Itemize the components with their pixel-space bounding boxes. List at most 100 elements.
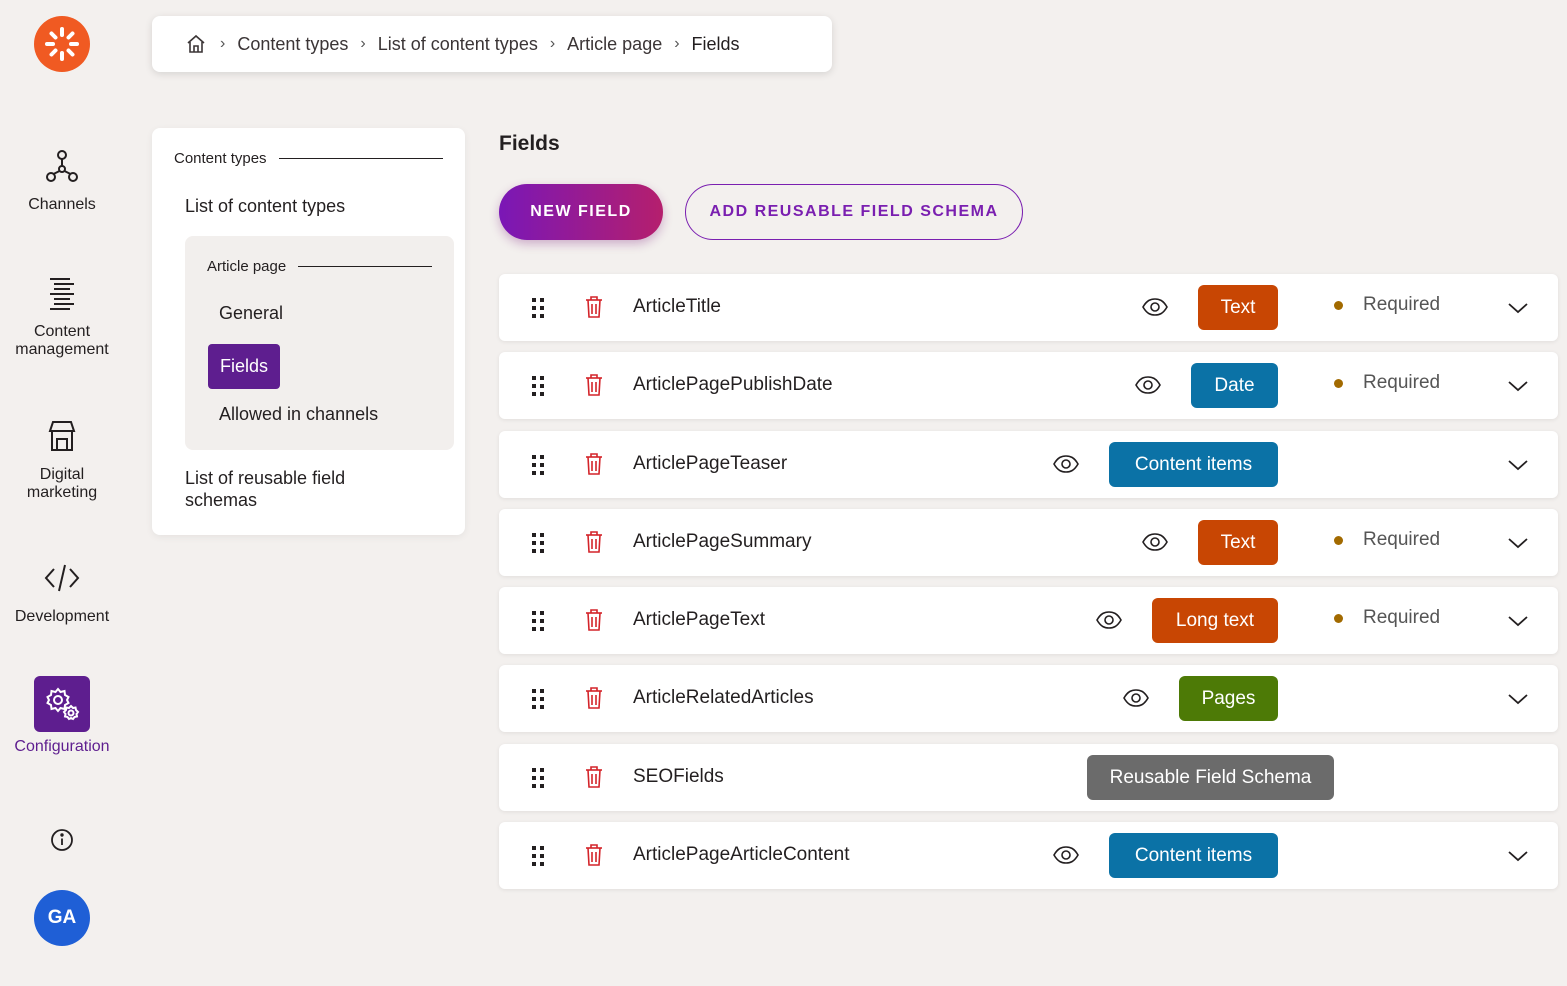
chevron-down-icon[interactable]: [1507, 376, 1529, 396]
chevron-right-icon: ›: [549, 35, 556, 52]
group-title: Article page: [207, 258, 432, 275]
delete-icon[interactable]: [585, 452, 603, 476]
delete-icon[interactable]: [585, 686, 603, 710]
required-dot-icon: [1334, 535, 1343, 545]
field-name: ArticlePageSummary: [633, 531, 812, 552]
rail-item-digital-marketing[interactable]: Digital marketing: [0, 416, 124, 502]
field-type-badge: Pages: [1179, 676, 1278, 721]
field-row[interactable]: ArticlePageTeaser Content items: [499, 431, 1558, 498]
chevron-down-icon[interactable]: [1507, 689, 1529, 709]
drag-handle-icon[interactable]: [531, 688, 545, 710]
nav-list-of-content-types[interactable]: List of content types: [185, 196, 345, 217]
field-row[interactable]: ArticlePageArticleContent Content items: [499, 822, 1558, 889]
field-type-badge: Long text: [1152, 598, 1278, 643]
breadcrumb-content-types[interactable]: Content types: [237, 34, 348, 55]
eye-icon[interactable]: [1053, 453, 1079, 475]
required-indicator: Required: [1334, 607, 1440, 629]
required-label: Required: [1363, 294, 1441, 315]
delete-icon[interactable]: [585, 295, 603, 319]
drag-handle-icon[interactable]: [531, 297, 545, 319]
drag-handle-icon[interactable]: [531, 375, 545, 397]
delete-icon[interactable]: [585, 765, 603, 789]
chevron-down-icon[interactable]: [1507, 298, 1529, 318]
rail-item-configuration[interactable]: Configuration: [0, 676, 124, 756]
new-field-button[interactable]: NEW FIELD: [499, 184, 663, 240]
drag-handle-icon[interactable]: [531, 610, 545, 632]
eye-icon[interactable]: [1142, 531, 1168, 553]
required-label: Required: [1363, 607, 1441, 628]
field-name: ArticlePageTeaser: [633, 453, 788, 474]
breadcrumb: › Content types › List of content types …: [152, 16, 832, 72]
chevron-down-icon[interactable]: [1507, 846, 1529, 866]
eye-icon[interactable]: [1142, 296, 1168, 318]
field-row[interactable]: ArticlePageSummary Text Required: [499, 509, 1558, 576]
nav-item-fields[interactable]: Fields: [208, 344, 280, 389]
delete-icon[interactable]: [585, 608, 603, 632]
rail-item-label: Digital marketing: [26, 466, 98, 501]
eye-icon[interactable]: [1123, 687, 1149, 709]
channels-icon: [42, 146, 82, 186]
delete-icon[interactable]: [585, 530, 603, 554]
required-indicator: Required: [1334, 372, 1440, 394]
rail-item-label: Channels: [28, 196, 96, 213]
delete-icon[interactable]: [585, 373, 603, 397]
chevron-right-icon: ›: [674, 35, 680, 52]
nav-item-general[interactable]: General: [219, 303, 283, 324]
rail-item-channels[interactable]: Channels: [0, 146, 124, 214]
nav-group-article-page: Article page General Fields Allowed in c…: [185, 236, 454, 450]
field-type-badge: Content items: [1109, 442, 1278, 487]
field-name: SEOFields: [633, 766, 724, 787]
group-title-text: Article page: [207, 258, 287, 275]
required-indicator: Required: [1334, 529, 1440, 551]
home-icon[interactable]: [184, 32, 208, 56]
required-label: Required: [1363, 372, 1441, 393]
eye-icon[interactable]: [1053, 844, 1079, 866]
xperience-logo-icon[interactable]: [34, 16, 90, 72]
page-title: Fields: [499, 132, 560, 155]
add-reusable-field-schema-button[interactable]: ADD REUSABLE FIELD SCHEMA: [685, 184, 1023, 240]
field-type-badge: Content items: [1109, 833, 1278, 878]
drag-handle-icon[interactable]: [531, 532, 545, 554]
field-type-badge: Text: [1198, 285, 1278, 330]
chevron-right-icon: ›: [360, 35, 366, 52]
nav-list-of-reusable-field-schemas[interactable]: List of reusable field schemas: [185, 467, 405, 511]
field-type-badge: Reusable Field Schema: [1087, 755, 1334, 800]
required-label: Required: [1363, 529, 1441, 550]
store-icon: [42, 416, 82, 456]
chevron-down-icon[interactable]: [1507, 455, 1529, 475]
rail-item-label: Content management: [15, 323, 109, 358]
field-type-badge: Text: [1198, 520, 1278, 565]
required-dot-icon: [1334, 613, 1343, 623]
drag-handle-icon[interactable]: [531, 767, 545, 789]
field-name: ArticlePageArticleContent: [633, 844, 850, 865]
rail-item-content-management[interactable]: Content management: [0, 273, 124, 359]
required-dot-icon: [1334, 300, 1343, 310]
section-title: Content types: [174, 150, 443, 167]
delete-icon[interactable]: [585, 843, 603, 867]
field-row[interactable]: ArticlePageText Long text Required: [499, 587, 1558, 654]
field-row[interactable]: SEOFields Reusable Field Schema: [499, 744, 1558, 811]
required-dot-icon: [1334, 378, 1343, 388]
field-row[interactable]: ArticlePagePublishDate Date Required: [499, 352, 1558, 419]
field-name: ArticleTitle: [633, 296, 721, 317]
chevron-right-icon: ›: [220, 35, 226, 52]
drag-handle-icon[interactable]: [531, 845, 545, 867]
field-row[interactable]: ArticleTitle Text Required: [499, 274, 1558, 341]
avatar[interactable]: GA: [34, 890, 90, 946]
breadcrumb-list-of-content-types[interactable]: List of content types: [378, 34, 538, 55]
divider: [298, 266, 432, 267]
field-name: ArticlePagePublishDate: [633, 374, 833, 395]
chevron-down-icon[interactable]: [1507, 533, 1529, 553]
field-name: ArticleRelatedArticles: [633, 687, 814, 708]
chevron-down-icon[interactable]: [1507, 611, 1529, 631]
gear-icon: [34, 676, 90, 732]
drag-handle-icon[interactable]: [531, 454, 545, 476]
nav-item-allowed-in-channels[interactable]: Allowed in channels: [219, 404, 378, 425]
eye-icon[interactable]: [1135, 374, 1161, 396]
rail-item-development[interactable]: Development: [0, 558, 124, 626]
field-row[interactable]: ArticleRelatedArticles Pages: [499, 665, 1558, 732]
info-icon[interactable]: [48, 826, 76, 854]
eye-icon[interactable]: [1096, 609, 1122, 631]
breadcrumb-article-page[interactable]: Article page: [567, 34, 662, 55]
section-title-text: Content types: [174, 150, 267, 167]
